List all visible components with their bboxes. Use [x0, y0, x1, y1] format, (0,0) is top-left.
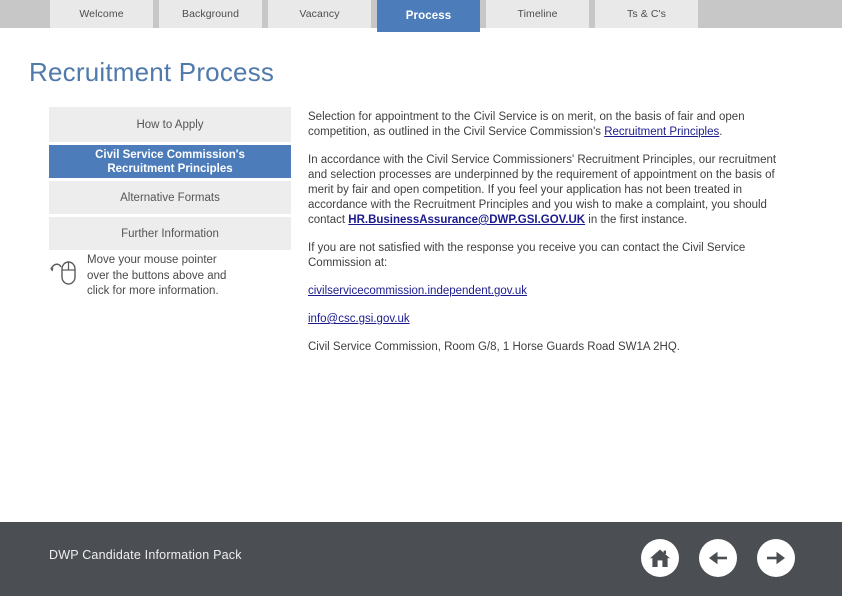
tab-label: Ts & C's [627, 8, 666, 20]
paragraph-text-tail: in the first instance. [585, 214, 688, 226]
paragraph-address: Civil Service Commission, Room G/8, 1 Ho… [308, 341, 680, 353]
home-icon [648, 546, 672, 570]
menu-item-label: How to Apply [136, 118, 204, 131]
arrow-left-icon [706, 546, 730, 570]
footer-bar: DWP Candidate Information Pack [0, 522, 842, 596]
mouse-hint-line-3: click for more information. [87, 285, 219, 297]
tab-process[interactable]: Process [377, 0, 480, 32]
tab-label: Welcome [79, 8, 124, 20]
mouse-hint: Move your mouse pointer over the buttons… [49, 253, 299, 300]
link-civil-service-commission-website[interactable]: civilservicecommission.independent.gov.u… [308, 285, 527, 297]
section-menu: How to Apply Civil Service Commission's … [49, 107, 291, 253]
footer-navigation [641, 539, 795, 577]
link-csc-email[interactable]: info@csc.gsi.gov.uk [308, 313, 410, 325]
tab-terms-and-conditions[interactable]: Ts & C's [595, 0, 698, 28]
tab-welcome[interactable]: Welcome [50, 0, 153, 28]
menu-item-label-line2: Recruitment Principles [107, 162, 233, 175]
tab-label: Process [405, 10, 452, 22]
menu-item-how-to-apply[interactable]: How to Apply [49, 107, 291, 142]
link-hr-business-assurance-email[interactable]: HR.BusinessAssurance@DWP.GSI.GOV.UK [348, 214, 585, 226]
tab-list: Welcome Background Vacancy Process Timel… [50, 0, 704, 32]
tab-background[interactable]: Background [159, 0, 262, 28]
tab-timeline[interactable]: Timeline [486, 0, 589, 28]
paragraph-website-link: civilservicecommission.independent.gov.u… [308, 284, 778, 299]
mouse-hint-line-1: Move your mouse pointer [87, 254, 217, 266]
mouse-hint-text: Move your mouse pointer over the buttons… [87, 253, 287, 300]
footer-title: DWP Candidate Information Pack [49, 548, 242, 562]
menu-item-label: Further Information [121, 227, 219, 240]
arrow-right-icon [764, 546, 788, 570]
mouse-icon [49, 256, 79, 290]
home-button[interactable] [641, 539, 679, 577]
menu-item-recruitment-principles[interactable]: Civil Service Commission's Recruitment P… [49, 145, 291, 178]
menu-item-further-information[interactable]: Further Information [49, 217, 291, 250]
menu-item-alternative-formats[interactable]: Alternative Formats [49, 181, 291, 214]
paragraph-text-tail: . [719, 126, 723, 138]
paragraph-selection-merit: Selection for appointment to the Civil S… [308, 110, 778, 140]
forward-button[interactable] [757, 539, 795, 577]
top-tab-bar: Welcome Background Vacancy Process Timel… [0, 0, 842, 32]
page-title: Recruitment Process [29, 57, 275, 87]
tab-label: Background [181, 8, 240, 20]
paragraph-complaints: In accordance with the Civil Service Com… [308, 153, 778, 228]
main-content: Selection for appointment to the Civil S… [308, 110, 778, 363]
mouse-hint-line-2: over the buttons above and [87, 269, 227, 282]
paragraph-escalation: If you are not satisfied with the respon… [308, 242, 746, 269]
paragraph-email-link: info@csc.gsi.gov.uk [308, 312, 778, 327]
tab-label: Timeline [517, 8, 558, 20]
menu-item-label-line1: Civil Service Commission's [95, 148, 245, 161]
menu-item-label: Alternative Formats [120, 191, 220, 204]
tab-label: Vacancy [299, 8, 340, 20]
tab-vacancy[interactable]: Vacancy [268, 0, 371, 28]
link-recruitment-principles[interactable]: Recruitment Principles [604, 126, 719, 138]
back-button[interactable] [699, 539, 737, 577]
